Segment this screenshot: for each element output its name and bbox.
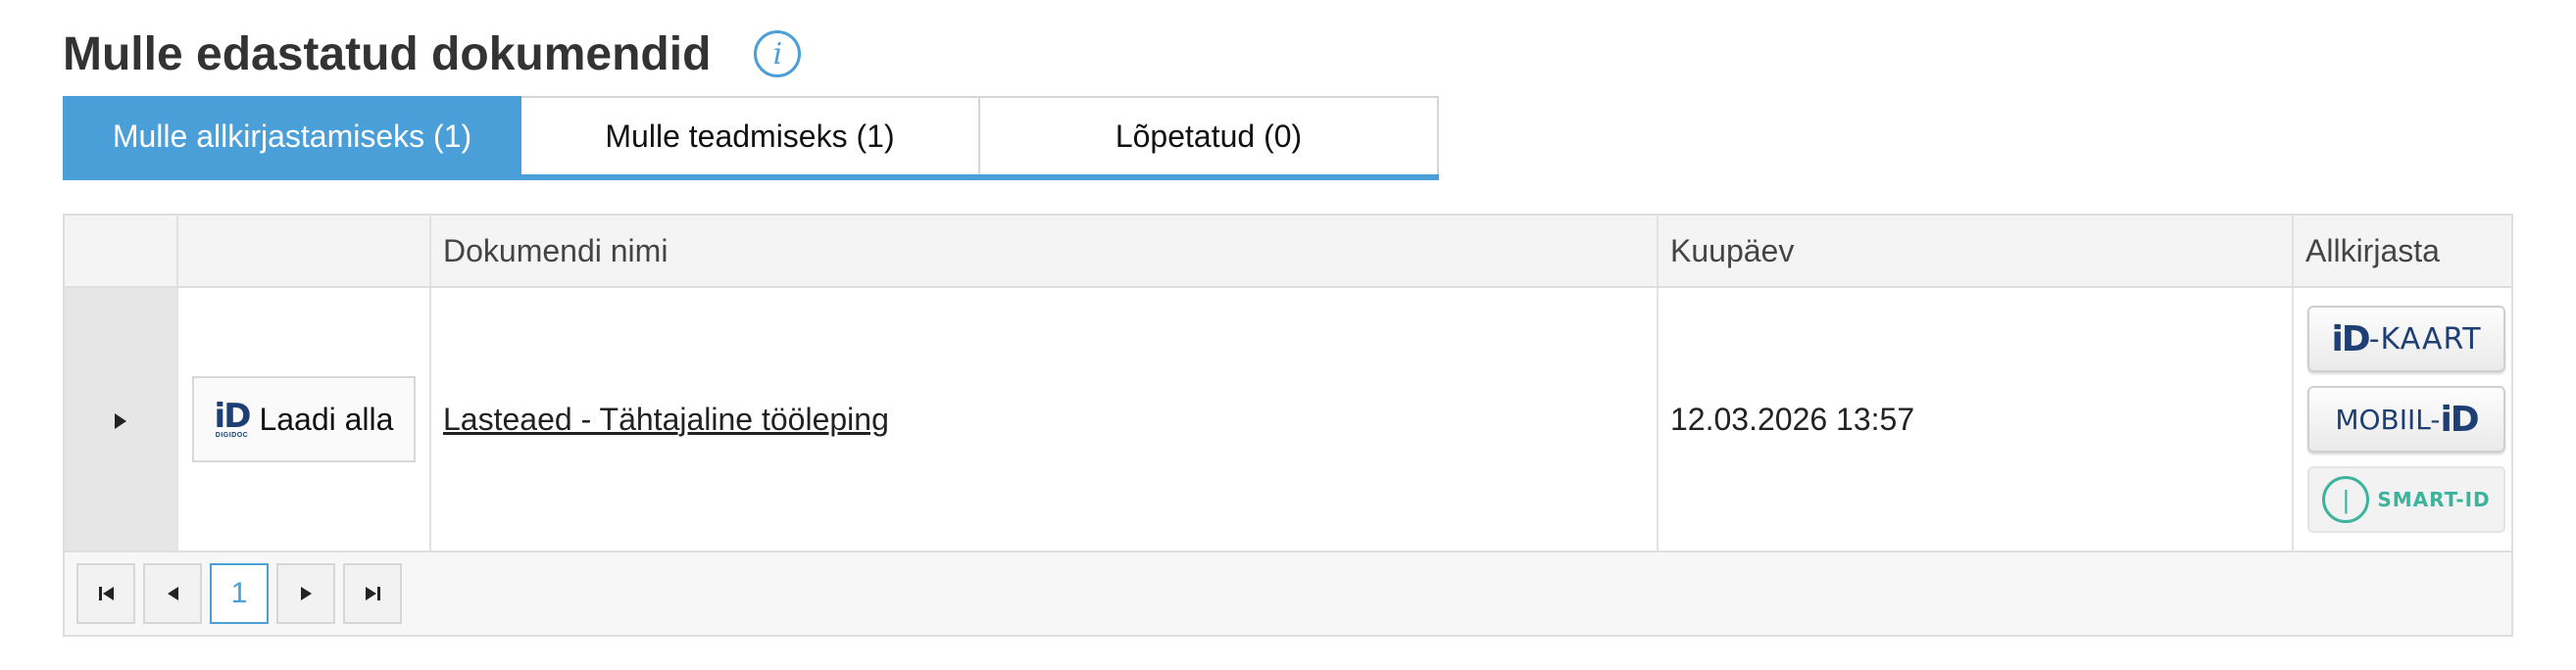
last-page-button[interactable] — [343, 563, 402, 624]
caret-right-icon — [115, 413, 126, 429]
next-page-button[interactable] — [276, 563, 335, 624]
first-page-button[interactable] — [76, 563, 135, 624]
sign-smart-id-button[interactable]: | SMART-ID — [2307, 466, 2505, 533]
table-header: Dokumendi nimi Kuupäev Allkirjasta — [65, 215, 2511, 288]
tab-completed[interactable]: Lõpetatud (0) — [980, 96, 1439, 174]
page-number-button[interactable]: 1 — [210, 563, 269, 624]
row-expand-toggle[interactable] — [65, 288, 178, 550]
last-page-icon — [365, 587, 380, 600]
mobile-id-logo-icon: iD — [2440, 399, 2479, 440]
id-card-label: -KAART — [2368, 321, 2482, 357]
smart-id-logo-icon: | — [2322, 476, 2370, 523]
prev-page-icon — [167, 587, 178, 600]
sign-mobile-id-button[interactable]: MOBIIL- iD — [2307, 386, 2505, 453]
title-row: Mulle edastatud dokumendid i — [63, 20, 802, 88]
digidoc-logo-icon: iD DIGIDOC — [214, 396, 252, 439]
page-title: Mulle edastatud dokumendid — [63, 27, 712, 80]
header-document-name: Dokumendi nimi — [431, 215, 1659, 286]
document-name-cell: Lasteaed - Tähtajaline tööleping — [431, 288, 1659, 550]
document-date: 12.03.2026 13:57 — [1670, 401, 1915, 437]
download-cell: iD DIGIDOC Laadi alla — [178, 288, 431, 550]
header-expand — [65, 215, 178, 286]
header-download — [178, 215, 431, 286]
table-row: iD DIGIDOC Laadi alla Lasteaed - Tähtaja… — [65, 288, 2511, 552]
header-sign: Allkirjasta — [2305, 232, 2440, 268]
smart-id-label: SMART-ID — [2377, 488, 2491, 511]
document-link[interactable]: Lasteaed - Tähtajaline tööleping — [443, 402, 889, 438]
documents-table: Dokumendi nimi Kuupäev Allkirjasta iD DI… — [63, 214, 2513, 637]
pagination: 1 — [65, 552, 2511, 635]
first-page-icon — [98, 587, 114, 600]
prev-page-button[interactable] — [143, 563, 202, 624]
tab-to-sign[interactable]: Mulle allkirjastamiseks (1) — [63, 96, 521, 174]
info-icon[interactable]: i — [754, 30, 802, 77]
tab-bar: Mulle allkirjastamiseks (1) Mulle teadmi… — [63, 96, 1439, 180]
id-card-logo-icon: iD — [2331, 318, 2370, 359]
date-cell: 12.03.2026 13:57 — [1659, 288, 2294, 550]
next-page-icon — [300, 587, 312, 600]
download-button[interactable]: iD DIGIDOC Laadi alla — [192, 376, 416, 462]
sign-cell: iD -KAART MOBIIL- iD | SMART-ID — [2294, 288, 2511, 550]
header-date: Kuupäev — [1659, 215, 2294, 286]
download-label: Laadi alla — [259, 401, 394, 437]
mobile-id-label: MOBIIL- — [2335, 403, 2441, 436]
sign-id-card-button[interactable]: iD -KAART — [2307, 306, 2505, 372]
tab-for-info[interactable]: Mulle teadmiseks (1) — [521, 96, 980, 174]
